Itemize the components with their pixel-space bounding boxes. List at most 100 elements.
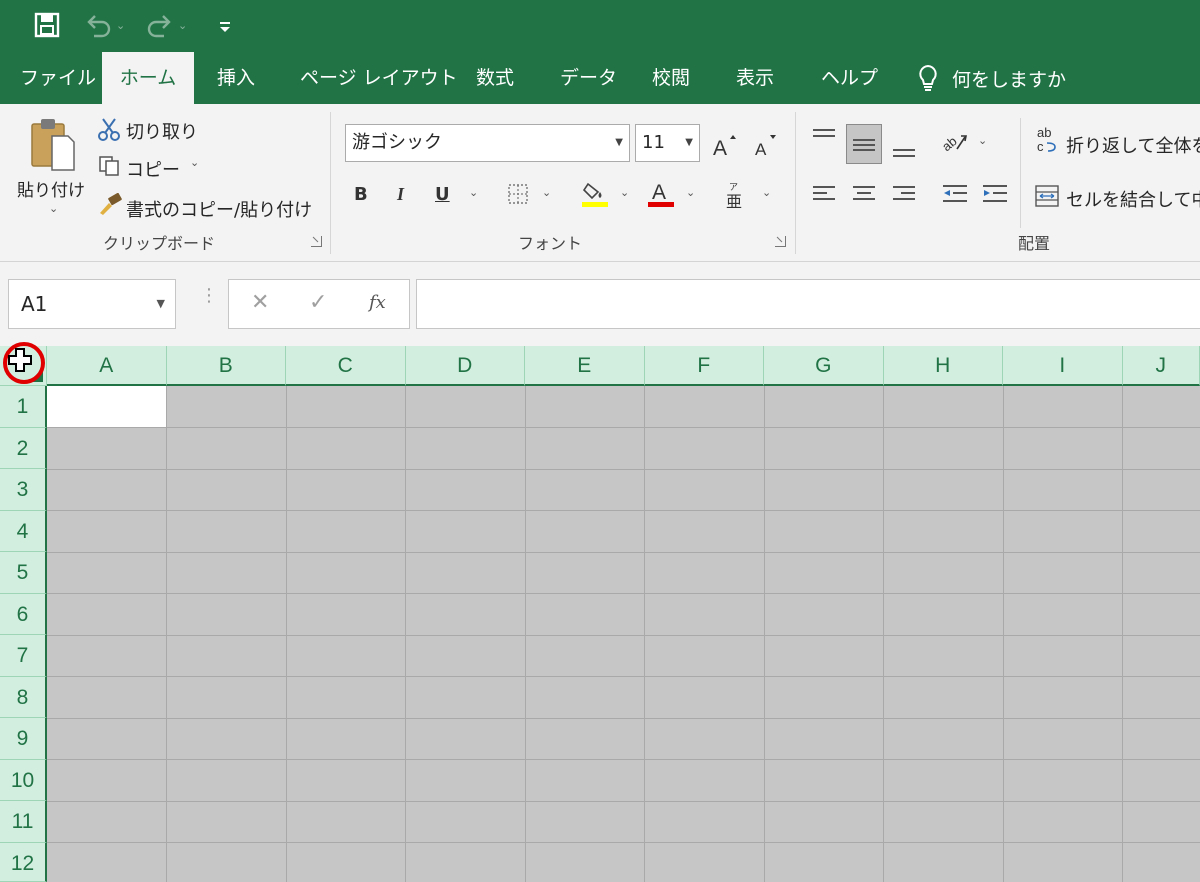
tab-insert[interactable]: 挿入 bbox=[199, 52, 273, 104]
formula-input[interactable] bbox=[416, 279, 1200, 329]
underline-dropdown-icon[interactable]: ⌄ bbox=[469, 186, 478, 199]
increase-indent-icon[interactable] bbox=[980, 180, 1010, 208]
decrease-indent-icon[interactable] bbox=[940, 180, 970, 208]
ribbon-home: 貼り付け ⌄ 切り取り コピー ⌄ 書式のコピー/貼り付け クリップボード 游ゴ… bbox=[0, 104, 1200, 262]
align-center-icon[interactable] bbox=[850, 180, 878, 208]
name-box-dropdown-icon[interactable]: ▼ bbox=[157, 280, 165, 328]
row-gridline bbox=[47, 800, 1200, 802]
tell-me-search[interactable]: 何をしますか bbox=[918, 52, 1066, 104]
format-painter-button[interactable]: 書式のコピー/貼り付け bbox=[126, 196, 312, 222]
font-launcher-icon[interactable] bbox=[775, 236, 786, 247]
cut-button[interactable]: 切り取り bbox=[126, 118, 198, 144]
row-header-8[interactable]: 8 bbox=[0, 676, 47, 718]
orientation-icon[interactable]: ab bbox=[940, 128, 970, 156]
group-divider bbox=[1020, 118, 1021, 228]
column-header-a[interactable]: A bbox=[47, 346, 167, 386]
font-name-select[interactable]: 游ゴシック ▼ bbox=[345, 124, 630, 162]
confirm-entry-icon[interactable]: ✓ bbox=[309, 290, 327, 315]
cell-range[interactable] bbox=[47, 386, 1200, 882]
row-header-4[interactable]: 4 bbox=[0, 510, 47, 552]
copy-button[interactable]: コピー bbox=[126, 156, 180, 182]
increase-font-size-icon[interactable]: A bbox=[712, 132, 738, 158]
phonetic-guide-dropdown-icon[interactable]: ⌄ bbox=[762, 186, 771, 199]
cancel-entry-icon[interactable]: ✕ bbox=[251, 290, 269, 315]
paste-button[interactable] bbox=[26, 116, 80, 172]
copy-dropdown-icon[interactable]: ⌄ bbox=[190, 156, 199, 169]
undo-button[interactable]: ⌄ bbox=[84, 10, 125, 40]
underline-button[interactable]: U bbox=[435, 184, 450, 205]
align-left-icon[interactable] bbox=[810, 180, 838, 208]
clipboard-launcher-icon[interactable] bbox=[311, 236, 322, 247]
select-all-cursor-icon bbox=[8, 348, 32, 376]
clipboard-group-label: クリップボード bbox=[103, 234, 216, 253]
redo-button[interactable]: ⌄ bbox=[146, 10, 187, 40]
row-header-3[interactable]: 3 bbox=[0, 469, 47, 511]
format-painter-icon[interactable] bbox=[97, 192, 123, 218]
borders-icon[interactable] bbox=[506, 182, 530, 206]
decrease-font-size-icon[interactable]: A bbox=[753, 132, 779, 158]
tab-help[interactable]: ヘルプ bbox=[803, 52, 896, 104]
wrap-text-button[interactable]: 折り返して全体を bbox=[1066, 132, 1200, 158]
name-box[interactable]: A1 ▼ bbox=[8, 279, 176, 329]
redo-dropdown-icon[interactable]: ⌄ bbox=[178, 19, 187, 32]
column-header-f[interactable]: F bbox=[644, 346, 764, 386]
tab-file[interactable]: ファイル bbox=[2, 52, 114, 104]
column-header-e[interactable]: E bbox=[525, 346, 645, 386]
paste-label[interactable]: 貼り付け bbox=[17, 176, 85, 201]
row-header-9[interactable]: 9 bbox=[0, 718, 47, 760]
column-header-g[interactable]: G bbox=[764, 346, 884, 386]
copy-icon[interactable] bbox=[97, 154, 121, 178]
top-align-icon[interactable] bbox=[810, 124, 838, 152]
row-header-1[interactable]: 1 bbox=[0, 386, 47, 428]
column-header-c[interactable]: C bbox=[286, 346, 406, 386]
tab-data[interactable]: データ bbox=[542, 52, 635, 104]
paste-dropdown-icon[interactable]: ⌄ bbox=[49, 202, 58, 215]
save-icon bbox=[34, 12, 60, 38]
column-header-h[interactable]: H bbox=[883, 346, 1003, 386]
cut-icon[interactable] bbox=[97, 116, 121, 142]
column-header-b[interactable]: B bbox=[166, 346, 286, 386]
active-cell[interactable] bbox=[47, 386, 166, 427]
column-header-j[interactable]: J bbox=[1122, 346, 1200, 386]
tab-formulas[interactable]: 数式 bbox=[458, 52, 532, 104]
font-color-dropdown-icon[interactable]: ⌄ bbox=[686, 186, 695, 199]
phonetic-guide-icon[interactable]: ア 亜 bbox=[722, 180, 750, 210]
svg-text:亜: 亜 bbox=[726, 192, 742, 209]
column-header-i[interactable]: I bbox=[1003, 346, 1123, 386]
italic-button[interactable]: I bbox=[397, 184, 404, 205]
undo-dropdown-icon[interactable]: ⌄ bbox=[116, 19, 125, 32]
tab-home[interactable]: ホーム bbox=[102, 52, 194, 104]
fill-color-dropdown-icon[interactable]: ⌄ bbox=[620, 186, 629, 199]
merge-center-icon[interactable] bbox=[1034, 182, 1060, 210]
insert-function-icon[interactable]: fx bbox=[369, 292, 386, 313]
middle-align-icon[interactable] bbox=[846, 124, 882, 164]
formula-bar-splitter-icon[interactable]: ⋮ bbox=[200, 287, 218, 305]
merge-center-button[interactable]: セルを結合して中 bbox=[1066, 186, 1200, 212]
save-button[interactable] bbox=[34, 10, 60, 40]
fill-color-icon[interactable] bbox=[580, 178, 610, 208]
row-header-11[interactable]: 11 bbox=[0, 801, 47, 843]
tab-view[interactable]: 表示 bbox=[718, 52, 792, 104]
font-size-dropdown-icon[interactable]: ▼ bbox=[685, 125, 693, 161]
row-header-7[interactable]: 7 bbox=[0, 635, 47, 677]
orientation-dropdown-icon[interactable]: ⌄ bbox=[978, 134, 987, 147]
tab-review[interactable]: 校閲 bbox=[634, 52, 708, 104]
bold-button[interactable]: B bbox=[354, 184, 368, 205]
tab-page-layout[interactable]: ページ レイアウト bbox=[282, 52, 476, 104]
row-header-10[interactable]: 10 bbox=[0, 759, 47, 801]
row-header-6[interactable]: 6 bbox=[0, 593, 47, 635]
font-name-dropdown-icon[interactable]: ▼ bbox=[615, 125, 623, 161]
align-right-icon[interactable] bbox=[890, 180, 918, 208]
row-header-12[interactable]: 12 bbox=[0, 842, 47, 882]
group-divider bbox=[795, 112, 796, 254]
font-size-select[interactable]: 11 ▼ bbox=[635, 124, 700, 162]
bottom-align-icon[interactable] bbox=[890, 134, 918, 162]
svg-text:A: A bbox=[713, 137, 727, 157]
row-header-5[interactable]: 5 bbox=[0, 552, 47, 594]
font-color-icon[interactable]: A bbox=[646, 178, 676, 208]
borders-dropdown-icon[interactable]: ⌄ bbox=[542, 186, 551, 199]
column-header-d[interactable]: D bbox=[405, 346, 525, 386]
wrap-text-icon[interactable]: ab c bbox=[1034, 124, 1060, 154]
customize-qat-button[interactable] bbox=[218, 10, 232, 40]
row-header-2[interactable]: 2 bbox=[0, 427, 47, 469]
